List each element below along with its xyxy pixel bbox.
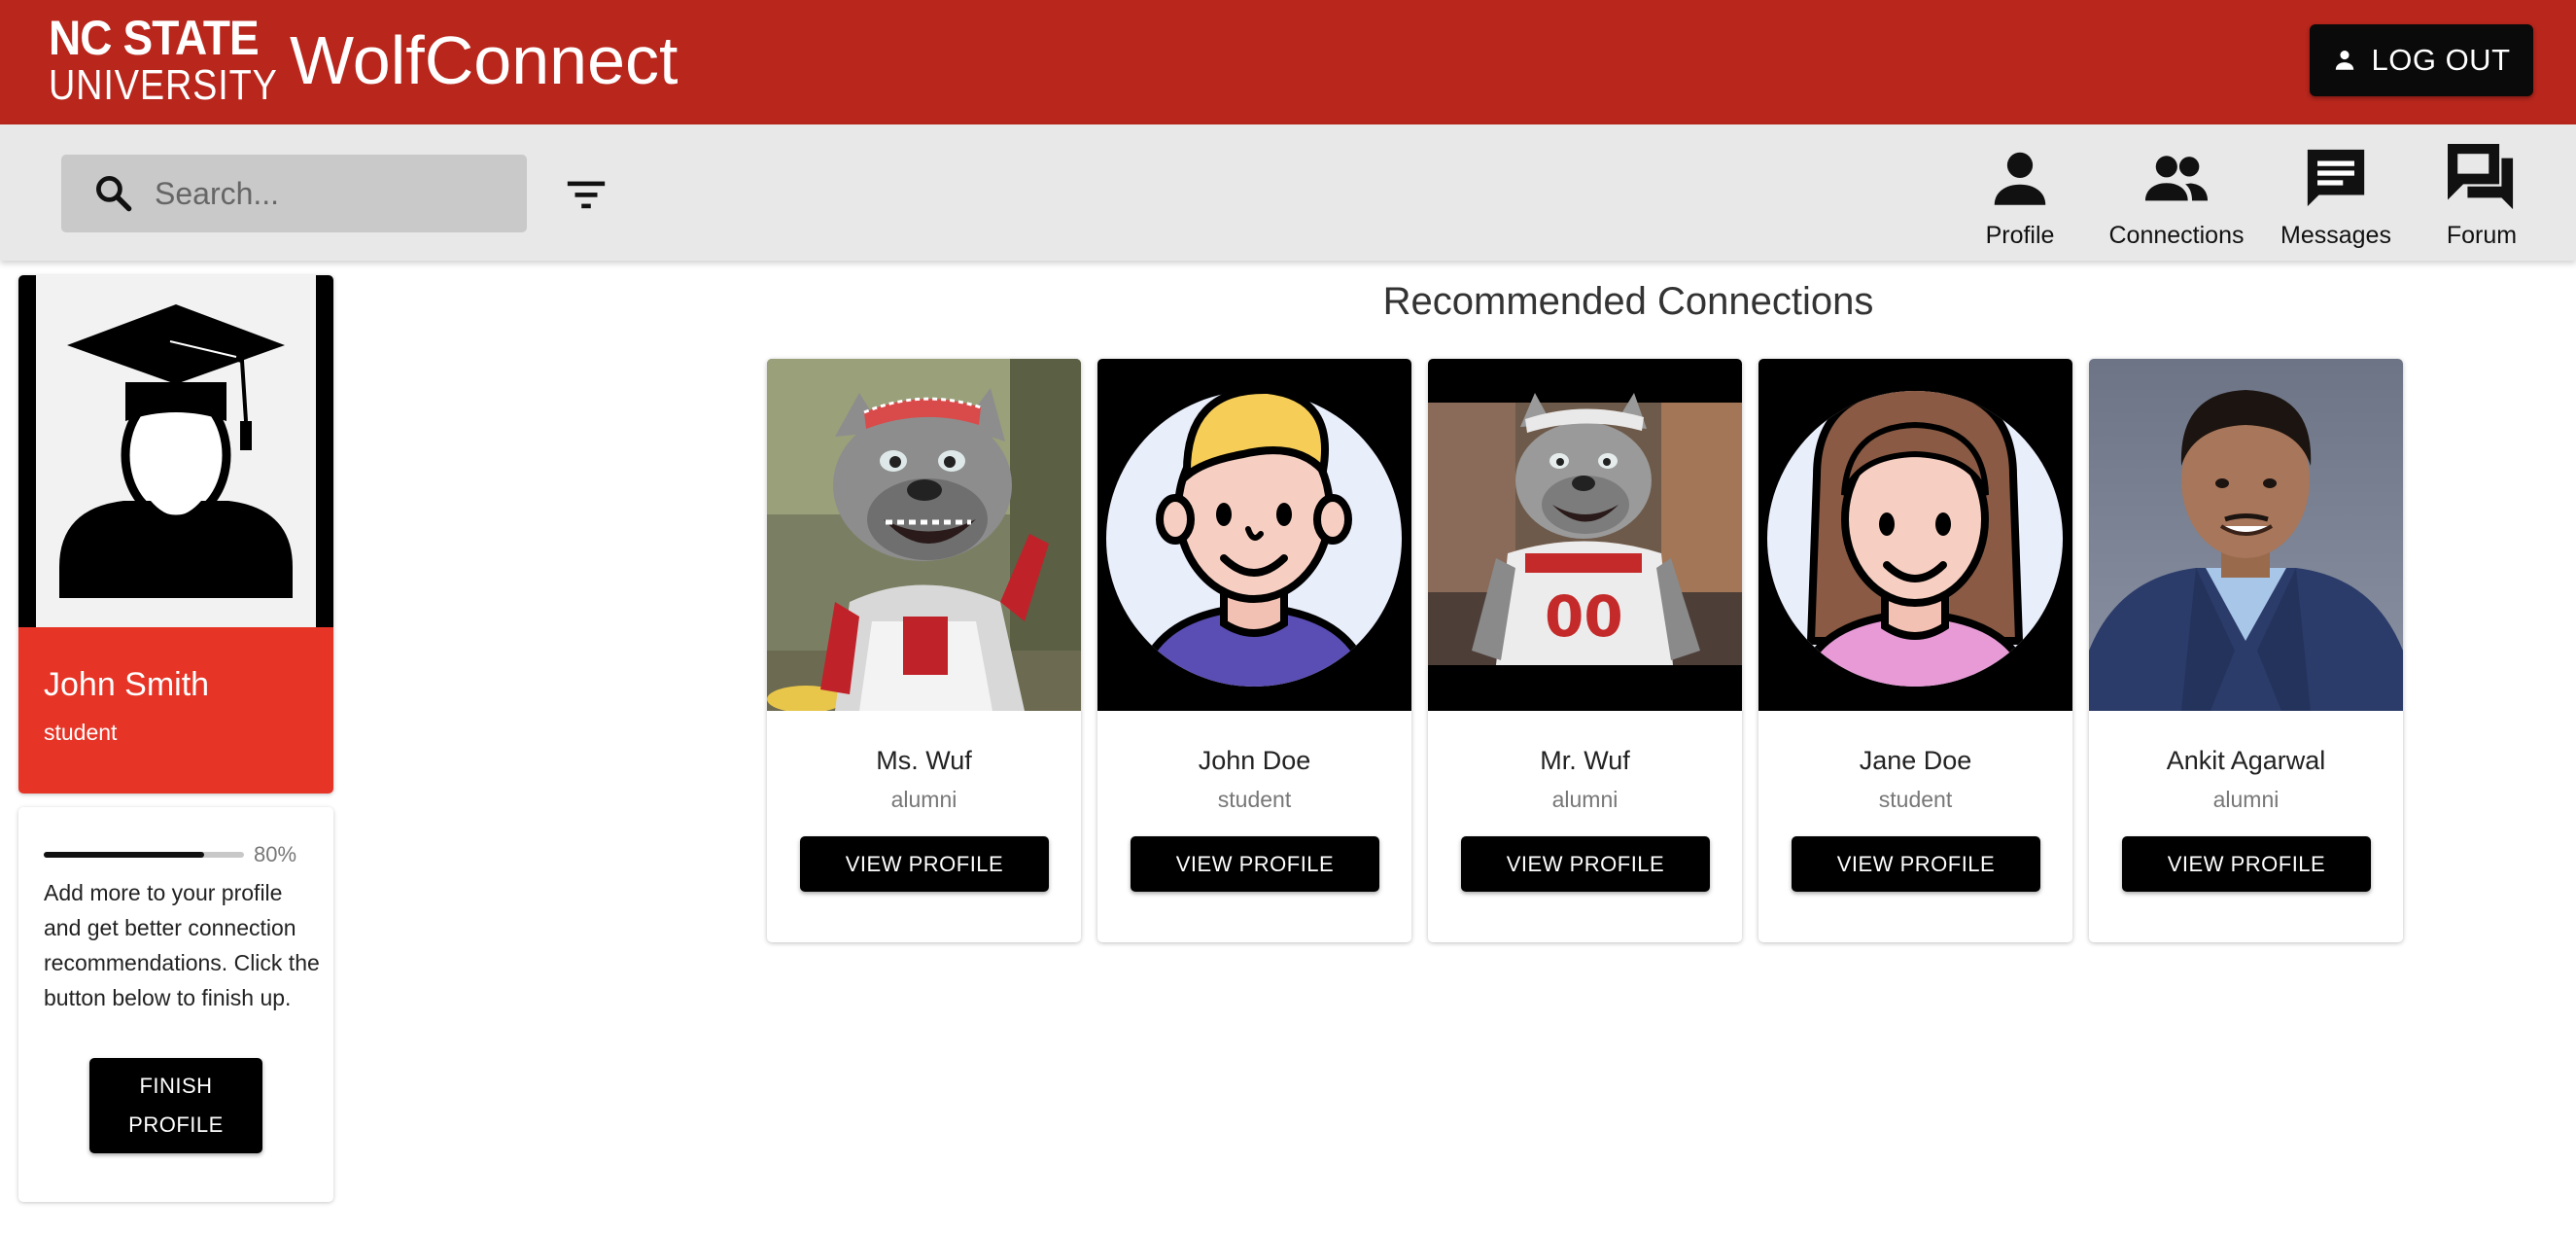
nav-connections[interactable]: Connections [2094, 144, 2259, 250]
logout-button[interactable]: LOG OUT [2310, 24, 2533, 96]
male-avatar-icon [1097, 359, 1411, 711]
connection-role: alumni [890, 787, 957, 812]
connection-photo [1758, 359, 2072, 711]
connection-name: John Doe [1198, 746, 1311, 775]
forum-icon [2448, 144, 2514, 210]
finish-profile-button[interactable]: FINISH PROFILE [89, 1058, 262, 1153]
profile-progress-label: 80% [254, 842, 297, 866]
nav-forum-label: Forum [2446, 222, 2518, 249]
connection-name: Ankit Agarwal [2166, 746, 2326, 775]
logo-line-2: UNIVERSITY [49, 61, 278, 109]
profile-info: John Smith student [18, 627, 333, 794]
profile-avatar [18, 275, 333, 627]
profile-completion-card: 80% Add more to your profile and get bet… [18, 807, 333, 1202]
profile-progress-fill [44, 852, 204, 858]
connection-photo: 00 [1428, 359, 1742, 711]
message-icon [2307, 149, 2365, 207]
profile-role: student [44, 720, 118, 745]
wolf-mascot-photo: 00 [1428, 359, 1742, 711]
profile-progress-bar [44, 852, 244, 858]
connection-role: alumni [2212, 787, 2280, 812]
profile-card[interactable]: John Smith student [18, 275, 333, 794]
view-profile-button[interactable]: VIEW PROFILE [1792, 836, 2040, 892]
profile-name: John Smith [44, 666, 210, 703]
view-profile-button[interactable]: VIEW PROFILE [1131, 836, 1379, 892]
connection-photo [2089, 359, 2403, 711]
connection-name: Mr. Wuf [1540, 746, 1630, 775]
search-box[interactable] [61, 155, 527, 232]
connection-card[interactable]: John Doe student VIEW PROFILE [1097, 359, 1411, 942]
connection-photo [767, 359, 1081, 711]
recommended-title: Recommended Connections [1382, 280, 1874, 323]
finish-button-line1: FINISH [139, 1074, 213, 1098]
nav-connections-label: Connections [2108, 222, 2245, 249]
connection-photo [1097, 359, 1411, 711]
connection-role: student [1217, 787, 1292, 812]
connection-role: alumni [1551, 787, 1619, 812]
finish-button-line2: PROFILE [128, 1112, 224, 1137]
connection-card[interactable]: 00 Mr. Wuf alumni VIEW PROFILE [1428, 359, 1742, 942]
logout-label: LOG OUT [2371, 43, 2511, 77]
search-icon [96, 176, 132, 212]
nav-forum[interactable]: Forum [2399, 144, 2564, 250]
connection-card[interactable]: Ms. Wuf alumni VIEW PROFILE [767, 359, 1081, 942]
graduate-avatar-icon [59, 304, 293, 598]
connection-name: Jane Doe [1859, 746, 1972, 775]
nav-messages-label: Messages [2280, 222, 2391, 249]
person-icon [2336, 51, 2354, 70]
nav-profile-label: Profile [1985, 222, 2055, 249]
connection-card[interactable]: Ankit Agarwal alumni VIEW PROFILE [2089, 359, 2403, 942]
app-header: NC STATE UNIVERSITY WolfConnect LOG OUT [0, 0, 2576, 124]
app-title: WolfConnect [290, 22, 679, 98]
view-profile-button[interactable]: VIEW PROFILE [2122, 836, 2371, 892]
connection-role: student [1878, 787, 1953, 812]
nav-profile[interactable]: Profile [1937, 144, 2103, 250]
toolbar: Profile Connections Messages Forum [0, 124, 2576, 261]
connection-card[interactable]: Jane Doe student VIEW PROFILE [1758, 359, 2072, 942]
person-icon [1994, 152, 2046, 205]
wolf-mascot-photo [767, 359, 1081, 711]
filter-icon[interactable] [564, 175, 609, 214]
nav-messages[interactable]: Messages [2253, 144, 2419, 250]
view-profile-button[interactable]: VIEW PROFILE [1461, 836, 1710, 892]
people-icon [2144, 156, 2209, 201]
view-profile-button[interactable]: VIEW PROFILE [800, 836, 1049, 892]
person-portrait-photo [2089, 359, 2403, 711]
search-input[interactable] [155, 175, 505, 212]
completion-message: Add more to your profile and get better … [44, 880, 320, 1010]
female-avatar-icon [1758, 359, 2072, 711]
ncstate-logo[interactable]: NC STATE UNIVERSITY [49, 14, 315, 107]
logo-line-1: NC STATE [49, 11, 260, 65]
connection-name: Ms. Wuf [876, 746, 972, 775]
svg-text:00: 00 [1545, 583, 1623, 650]
